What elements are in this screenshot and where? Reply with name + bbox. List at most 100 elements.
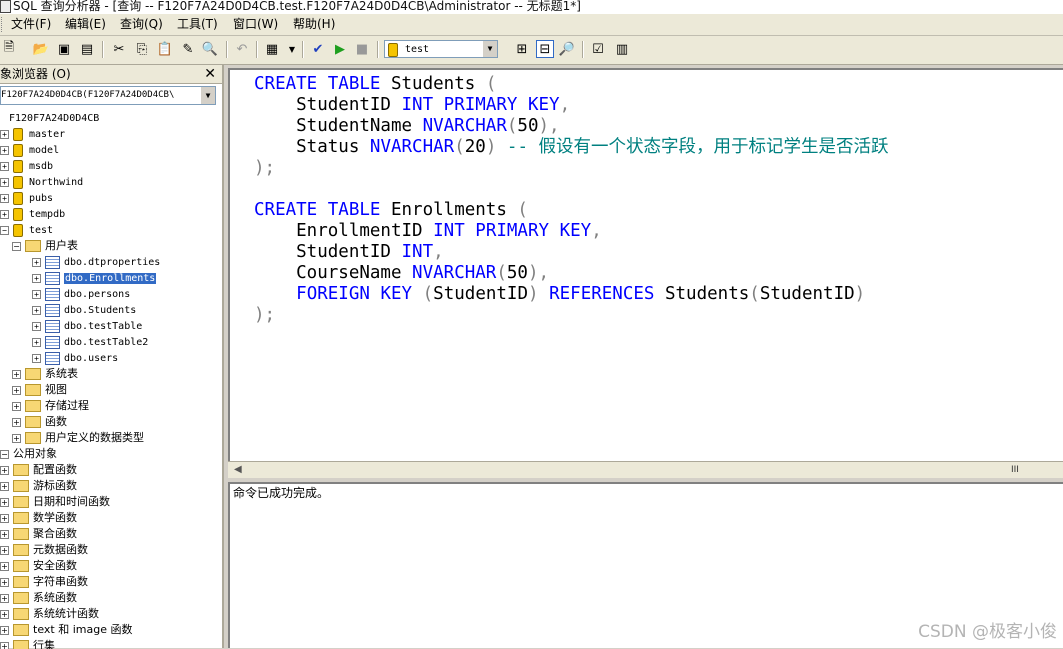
code-line[interactable]: CourseName NVARCHAR(50),	[254, 263, 889, 284]
tree-server-root[interactable]: F120F7A24D0D4CB	[0, 111, 99, 126]
tree-folder-functions[interactable]: + 函数	[12, 414, 67, 429]
code-line[interactable]: StudentID INT,	[254, 242, 889, 263]
properties-icon[interactable]: ☑	[589, 40, 607, 58]
tree-db-tempdb[interactable]: + tempdb	[0, 207, 65, 222]
stop-icon[interactable]: ■	[353, 40, 371, 58]
tree-db-model[interactable]: + model	[0, 143, 59, 158]
table-icon	[45, 287, 60, 301]
close-icon[interactable]: ✕	[204, 65, 216, 83]
clear-window-icon[interactable]: ✎	[179, 40, 197, 58]
code-line[interactable]: FOREIGN KEY (StudentID) REFERENCES Stude…	[254, 284, 889, 305]
paste-icon[interactable]: 📋	[156, 40, 174, 58]
open-folder-icon[interactable]: 📂	[32, 40, 50, 58]
insert-template-icon[interactable]: ▤	[78, 40, 96, 58]
tree-table-students[interactable]: + dbo.Students	[32, 303, 136, 318]
object-browser-panel: 象浏览器 (O) ✕ F120F7A24D0D4CB(F120F7A24D0D4…	[0, 65, 224, 649]
menu-tools[interactable]: 工具(T)	[174, 16, 221, 33]
object-search-icon[interactable]: 🔎	[558, 40, 576, 58]
query-editor[interactable]: CREATE TABLE Students ( StudentID INT PR…	[228, 68, 1063, 461]
code-line[interactable]: StudentID INT PRIMARY KEY,	[254, 95, 889, 116]
tree-folder-cursor-functions[interactable]: + 游标函数	[0, 478, 77, 493]
menu-file[interactable]: 文件(F)	[8, 16, 54, 33]
table-icon	[45, 303, 60, 317]
database-icon	[13, 191, 23, 205]
code-line[interactable]: CREATE TABLE Enrollments (	[254, 200, 889, 221]
database-icon	[13, 207, 23, 221]
tree-db-msdb[interactable]: + msdb	[0, 159, 53, 174]
tree-table-persons[interactable]: + dbo.persons	[32, 287, 130, 302]
tree-folder-user-types[interactable]: + 用户定义的数据类型	[12, 430, 144, 445]
toolbar: 🗎 📂 ▣ ▤ ✂ ⎘ 📋 ✎ 🔍 ↶ ▦ ▼ ✔ ▶ ■ ⊞ ⊟ 🔎 ☑ ▥	[0, 36, 1063, 65]
server-select[interactable]: F120F7A24D0D4CB(F120F7A24D0D4CB\ ▼	[0, 86, 216, 105]
folder-icon	[25, 384, 41, 396]
tree-folder-stored-procedures[interactable]: + 存储过程	[12, 398, 89, 413]
tree-table-enrollments[interactable]: + dbo.Enrollments	[32, 271, 158, 286]
table-icon	[45, 255, 60, 269]
code-line[interactable]: );	[254, 158, 889, 179]
results-grid-icon[interactable]: ▦	[263, 40, 281, 58]
toolbar-separator	[102, 41, 104, 58]
result-message: 命令已成功完成。	[233, 486, 330, 500]
tree-folder-system-tables[interactable]: + 系统表	[12, 366, 78, 381]
tree-db-master[interactable]: + master	[0, 127, 65, 142]
undo-icon[interactable]: ↶	[233, 40, 251, 58]
database-select[interactable]: test ▼	[384, 40, 498, 58]
folder-icon	[13, 528, 29, 540]
code-line[interactable]: EnrollmentID INT PRIMARY KEY,	[254, 221, 889, 242]
code-line[interactable]	[254, 179, 889, 200]
scroll-thumb-grip[interactable]: III	[1011, 465, 1019, 475]
tree-folder-aggregate-functions[interactable]: + 聚合函数	[0, 526, 77, 541]
chevron-down-icon[interactable]: ▼	[200, 87, 215, 104]
object-browser-toggle-icon[interactable]: ⊟	[536, 40, 554, 58]
editor-horizontal-scrollbar[interactable]: ◀ III	[228, 461, 1063, 479]
copy-icon[interactable]: ⎘	[133, 40, 151, 58]
tree-folder-text-image-functions[interactable]: + text 和 image 函数	[0, 622, 132, 637]
tree-table-testtable[interactable]: + dbo.testTable	[32, 319, 142, 334]
tree-folder-math-functions[interactable]: + 数学函数	[0, 510, 77, 525]
save-icon[interactable]: ▣	[55, 40, 73, 58]
toolbar-separator	[226, 41, 228, 58]
title-bar: SQL 查询分析器 - [查询 -- F120F7A24D0D4CB.test.…	[0, 0, 1063, 14]
tree-folder-datetime-functions[interactable]: + 日期和时间函数	[0, 494, 110, 509]
tree-folder-metadata-functions[interactable]: + 元数据函数	[0, 542, 88, 557]
server-select-value: F120F7A24D0D4CB(F120F7A24D0D4CB\	[1, 90, 175, 100]
tree-folder-views[interactable]: + 视图	[12, 382, 67, 397]
sql-code[interactable]: CREATE TABLE Students ( StudentID INT PR…	[254, 74, 889, 326]
chevron-down-icon[interactable]: ▼	[482, 41, 497, 57]
tree-db-northwind[interactable]: + Northwind	[0, 175, 83, 190]
tree-folder-system-stat-functions[interactable]: + 系统统计函数	[0, 606, 99, 621]
tree-table-testtable2[interactable]: + dbo.testTable2	[32, 335, 148, 350]
execution-plan-icon[interactable]: ⊞	[513, 40, 531, 58]
scroll-left-icon[interactable]: ◀	[234, 464, 242, 475]
tree-folder-system-functions[interactable]: + 系统函数	[0, 590, 77, 605]
folder-icon	[13, 544, 29, 556]
tree-table-users[interactable]: + dbo.users	[32, 351, 118, 366]
tree-folder-user-tables[interactable]: − 用户表	[12, 238, 78, 253]
execute-icon[interactable]: ▶	[331, 40, 349, 58]
code-line[interactable]: );	[254, 305, 889, 326]
tree-folder-security-functions[interactable]: + 安全函数	[0, 558, 77, 573]
cut-icon[interactable]: ✂	[110, 40, 128, 58]
tree-table-dtproperties[interactable]: + dbo.dtproperties	[32, 255, 160, 270]
menu-query[interactable]: 查询(Q)	[117, 16, 166, 33]
folder-icon	[13, 576, 29, 588]
check-syntax-icon[interactable]: ✔	[309, 40, 327, 58]
tree-db-pubs[interactable]: + pubs	[0, 191, 53, 206]
toolbar-separator	[256, 41, 258, 58]
tree-folder-string-functions[interactable]: + 字符串函数	[0, 574, 88, 589]
menu-help[interactable]: 帮助(H)	[290, 16, 338, 33]
results-pane-icon[interactable]: ▥	[613, 40, 631, 58]
tree-db-test[interactable]: − test	[0, 223, 53, 238]
code-line[interactable]: Status NVARCHAR(20) -- 假设有一个状态字段，用于标记学生是…	[254, 137, 888, 158]
code-line[interactable]: CREATE TABLE Students (	[254, 74, 889, 95]
new-query-icon[interactable]: 🗎	[0, 40, 18, 58]
tree-folder-config-functions[interactable]: + 配置函数	[0, 462, 77, 477]
tree-common-objects[interactable]: − 公用对象	[0, 446, 57, 461]
find-icon[interactable]: 🔍	[201, 40, 219, 58]
menu-edit[interactable]: 编辑(E)	[62, 16, 109, 33]
table-icon	[45, 319, 60, 333]
menu-window[interactable]: 窗口(W)	[230, 16, 281, 33]
code-line[interactable]: StudentName NVARCHAR(50),	[254, 116, 889, 137]
chevron-down-icon[interactable]: ▼	[283, 40, 301, 58]
tree-folder-rowset[interactable]: + 行集	[0, 638, 55, 649]
